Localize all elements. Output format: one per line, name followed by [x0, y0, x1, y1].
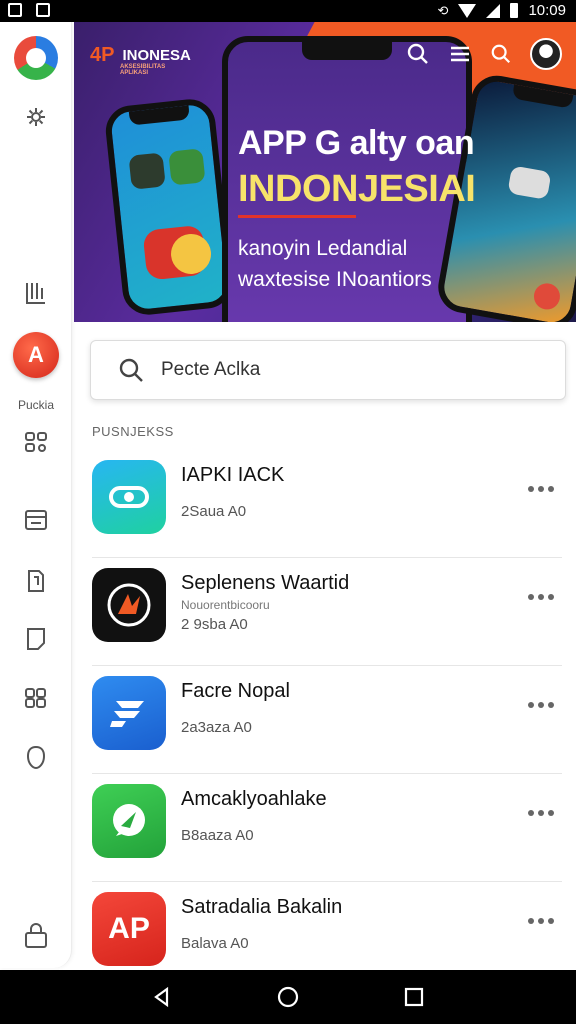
wifi-icon	[458, 3, 477, 18]
library-button[interactable]	[0, 280, 72, 306]
search-icon[interactable]	[406, 42, 430, 66]
app-logo-icon	[14, 36, 58, 80]
app-name: Amcaklyoahlake	[181, 788, 327, 810]
shield-icon	[26, 745, 46, 770]
library-icon	[26, 283, 45, 304]
app-name: IAPKI IACK	[181, 464, 285, 486]
sidebar: A Puckia	[0, 22, 72, 968]
list-item[interactable]: Amcaklyoahlake B8aaza A0	[92, 774, 562, 882]
shield-button[interactable]	[0, 744, 72, 772]
search-icon	[119, 358, 143, 382]
categories-button[interactable]	[0, 686, 72, 710]
app-name: Satradalia Bakalin	[181, 896, 343, 918]
banner-subtitle: kanoyin Ledandial waxtesise INoantiors	[238, 233, 432, 295]
brand-name: INONESA	[122, 47, 191, 64]
list-item[interactable]: IAPKI IACK 2Saua A0	[92, 450, 562, 558]
top-actions	[406, 22, 576, 86]
search-icon-secondary[interactable]	[490, 43, 512, 65]
section-label: PUSNJEKSS	[92, 424, 174, 439]
list-item[interactable]: Seplenens Waartid Nouorentbicooru 2 9sba…	[92, 558, 562, 666]
brand-mark-icon: 4P	[90, 44, 115, 66]
battery-icon	[510, 3, 519, 18]
gear-icon	[27, 108, 45, 126]
image-notification-icon	[36, 3, 50, 17]
featured-app-button[interactable]: A	[0, 332, 72, 378]
bird-icon	[92, 568, 166, 642]
app-name: Facre Nopal	[181, 680, 290, 702]
app-subtitle: Nouorentbicooru	[181, 598, 270, 612]
lock-button[interactable]	[0, 920, 72, 950]
f-logo-icon	[92, 676, 166, 750]
more-options-icon[interactable]	[528, 702, 554, 708]
apps-grid-button[interactable]	[0, 430, 72, 454]
app-list: IAPKI IACK 2Saua A0 Seplenens Waartid No…	[92, 450, 562, 990]
more-options-icon[interactable]	[528, 486, 554, 492]
link-icon	[92, 460, 166, 534]
vibrate-icon: ⟲	[437, 2, 449, 18]
bookmark-button[interactable]	[0, 568, 72, 594]
menu-icon[interactable]	[448, 42, 472, 66]
recents-icon[interactable]	[403, 986, 425, 1008]
banner-phone-left	[103, 96, 235, 318]
app-meta: Balava A0	[181, 935, 249, 952]
more-options-icon[interactable]	[528, 918, 554, 924]
avatar[interactable]	[530, 38, 562, 70]
card-icon	[25, 510, 47, 530]
cell-signal-icon	[486, 3, 501, 18]
system-nav-bar	[0, 970, 576, 1024]
app-name: Seplenens Waartid	[181, 572, 350, 594]
search-bar[interactable]: Pecte Aclka	[90, 340, 566, 400]
gallery-notification-icon	[8, 3, 22, 17]
home-icon[interactable]	[276, 985, 300, 1009]
clock: 10:09	[528, 2, 566, 19]
status-bar: ⟲ 10:09	[0, 0, 576, 22]
back-icon[interactable]	[151, 986, 173, 1008]
grid-icon	[25, 432, 47, 452]
hero-banner[interactable]: 4P INONESA AKSESIBILITAS APLIKASI APP G …	[74, 22, 576, 322]
title-underline	[238, 215, 356, 218]
bookmark-icon	[28, 570, 44, 592]
more-options-icon[interactable]	[528, 810, 554, 816]
brand-logo[interactable]: 4P INONESA AKSESIBILITAS APLIKASI	[90, 44, 191, 76]
document-button[interactable]	[0, 626, 72, 652]
list-item[interactable]: Facre Nopal 2a3aza A0	[92, 666, 562, 774]
app-meta: 2a3aza A0	[181, 719, 252, 736]
settings-button[interactable]	[0, 106, 72, 128]
search-placeholder: Pecte Aclka	[161, 359, 261, 380]
banner-subtitle-line1: kanoyin Ledandial	[238, 237, 408, 260]
banner-title: APP G alty oan	[238, 124, 475, 162]
categories-icon	[25, 688, 46, 708]
app-logo[interactable]	[0, 36, 72, 80]
cards-button[interactable]	[0, 508, 72, 532]
more-options-icon[interactable]	[528, 594, 554, 600]
brand-tagline: AKSESIBILITAS APLIKASI	[120, 64, 166, 76]
banner-title-highlight: INDONJESIAI	[238, 168, 476, 210]
app-meta: B8aaza A0	[181, 827, 254, 844]
banner-subtitle-line2: waxtesise INoantiors	[238, 268, 432, 291]
document-icon	[27, 628, 45, 650]
sidebar-label: Puckia	[17, 398, 55, 412]
chat-icon	[92, 784, 166, 858]
lock-icon	[25, 923, 47, 948]
app-meta: 2Saua A0	[181, 503, 247, 520]
app-meta: 2 9sba A0	[181, 616, 248, 633]
ap-logo-icon: AP	[92, 892, 166, 966]
ap-logo-text: AP	[108, 912, 150, 945]
featured-app-icon: A	[13, 332, 59, 378]
